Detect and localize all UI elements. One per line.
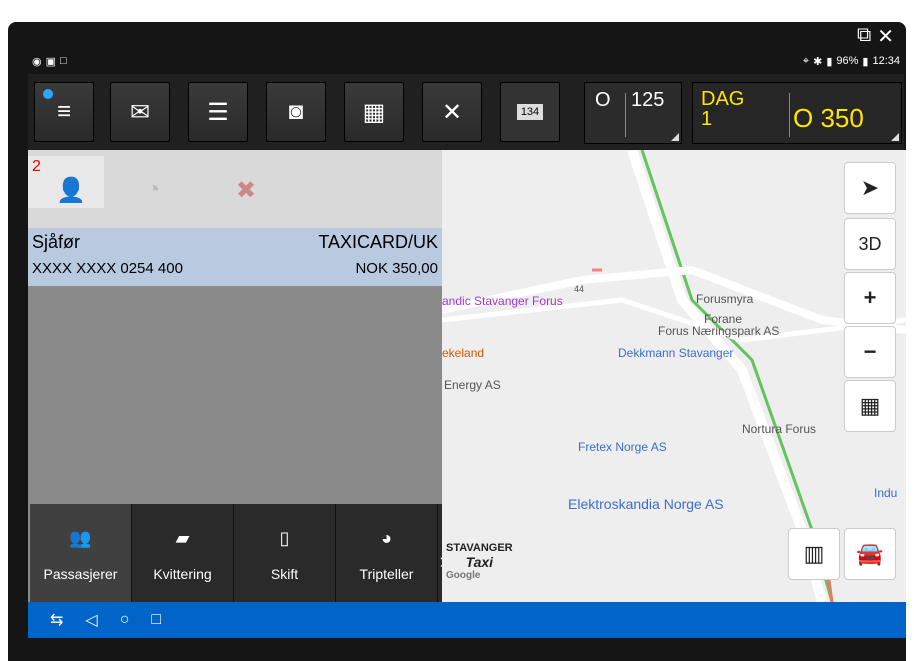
screen-icon: ▣: [45, 55, 57, 68]
cars-button[interactable]: 🚘: [844, 528, 896, 580]
counter1-label: O: [595, 89, 611, 111]
list-icon: ☰: [207, 98, 229, 126]
bluetooth-icon: ✱: [813, 55, 823, 68]
home-icon[interactable]: ○: [120, 611, 130, 629]
bar-chart-icon: ▥: [803, 541, 825, 566]
tools-button[interactable]: ✕: [422, 82, 482, 142]
map-label: Indu: [874, 486, 898, 500]
counter-o-125[interactable]: O 125: [584, 82, 682, 144]
tab-kvittering[interactable]: ▰ Kvittering: [132, 504, 234, 602]
top-toolbar: ≡ ✉ ☰ ◙ ▦ ✕ 134 O 125 DAG 1 O 350: [28, 74, 904, 150]
location-button[interactable]: ➤: [844, 162, 896, 214]
tab-skift[interactable]: ▯ Skift: [234, 504, 336, 602]
amount: NOK 350,00: [355, 260, 438, 277]
grid-button[interactable]: ▦: [344, 82, 404, 142]
tab-split[interactable]: ◔: [118, 156, 194, 208]
tab-passasjerer[interactable]: 👥 Passasjerer: [30, 504, 132, 602]
meter-button[interactable]: ◙: [266, 82, 326, 142]
zoom-in-button[interactable]: +: [844, 272, 896, 324]
location-icon: ⌖: [802, 54, 810, 67]
day-label: DAG 1: [701, 88, 745, 130]
tripcounter-icon: ◕: [381, 528, 392, 548]
tools-icon: ✕: [441, 98, 463, 126]
card-number: XXXX XXXX 0254 400: [32, 260, 183, 277]
taximeter-icon: 134: [516, 104, 544, 120]
signal-icon: ▮: [826, 55, 833, 68]
taximeter-button[interactable]: 134: [500, 82, 560, 142]
pie-chart-icon: ◔: [146, 176, 161, 203]
map-label: ekeland: [442, 346, 485, 360]
menu-button[interactable]: ≡: [34, 82, 94, 142]
map-label: Forus Næringspark AS: [658, 324, 780, 338]
square-icon: □: [60, 55, 67, 67]
tab-remove-passenger[interactable]: ✖: [208, 156, 284, 208]
person-icon: 👤: [56, 177, 86, 204]
map-label: Nortura Forus: [742, 422, 817, 436]
counter-dag[interactable]: DAG 1 O 350: [692, 82, 902, 144]
map-label: andic Stavanger Forus: [442, 294, 563, 308]
map-label: Dekkmann Stavanger: [618, 346, 734, 360]
list-button[interactable]: ☰: [188, 82, 248, 142]
battery-percent: 96%: [836, 55, 859, 67]
shift-icon: ▯: [279, 528, 290, 548]
passenger-count-badge: 2: [32, 158, 41, 175]
navigation-arrow-icon: ➤: [860, 175, 880, 200]
grid-icon: ▦: [362, 98, 386, 126]
battery-icon: ▮: [862, 55, 869, 68]
stats-button[interactable]: ▥: [788, 528, 840, 580]
card-type: TAXICARD/UK: [318, 232, 438, 252]
meter-icon: ◙: [288, 98, 304, 125]
driver-label: Sjåfør: [32, 232, 81, 252]
3d-button[interactable]: 3D: [844, 218, 896, 270]
counter2-value: O 350: [793, 103, 864, 133]
grid-icon: ▦: [859, 393, 881, 418]
map-label: Elektroskandia Norge AS: [568, 496, 724, 512]
window-controls: ⧉ ✕: [857, 24, 894, 49]
stavanger-taxi-logo: STAVANGER Taxi Google: [446, 542, 513, 581]
payment-info[interactable]: Sjåfør TAXICARD/UK XXXX XXXX 0254 400 NO…: [28, 228, 442, 286]
status-bar: ◉ ▣ □ ⌖ ✱ ▮ 96% ▮ 12:34: [28, 50, 904, 72]
mail-icon: ✉: [129, 98, 151, 126]
map-label: Fretex Norge AS: [578, 440, 667, 454]
tab-passenger[interactable]: 2 👤: [28, 156, 104, 208]
map-label: 44: [574, 284, 585, 294]
map-view[interactable]: andic Stavanger Forus Forusmyra Forane F…: [442, 150, 906, 602]
back-icon[interactable]: ◁: [85, 610, 97, 630]
receipt-icon: ▰: [175, 528, 190, 548]
recents-icon[interactable]: □: [151, 611, 161, 629]
mail-button[interactable]: ✉: [110, 82, 170, 142]
passengers-icon: 👥: [69, 528, 92, 548]
notification-dot: [43, 89, 53, 99]
remove-person-icon: ✖: [236, 177, 257, 204]
cars-icon: 🚘: [856, 541, 884, 566]
teamviewer-icon[interactable]: ⇆: [50, 610, 63, 630]
popout-icon[interactable]: ⧉: [857, 24, 871, 49]
eye-icon: ◉: [32, 55, 42, 68]
zoom-out-button[interactable]: −: [844, 326, 896, 378]
passenger-panel: 2 👤 ◔ ✖ Sjåfør TAXICARD/UK XXXX XXXX 025…: [28, 150, 447, 602]
map-grid-button[interactable]: ▦: [844, 380, 896, 432]
bottom-tabs: 👥 Passasjerer ▰ Kvittering ▯ Skift ◕ Tri…: [30, 504, 447, 602]
close-icon[interactable]: ✕: [877, 24, 894, 49]
map-label: Forusmyra: [696, 292, 754, 306]
passenger-tabs: 2 👤 ◔ ✖: [28, 150, 442, 228]
map-label: Energy AS: [444, 378, 501, 392]
android-nav-bar: ⇆ ◁ ○ □: [28, 602, 906, 638]
clock: 12:34: [872, 55, 900, 67]
tab-tripteller[interactable]: ◕ Tripteller ›: [336, 504, 447, 602]
menu-icon: ≡: [56, 98, 71, 125]
counter1-value: 125: [631, 89, 665, 111]
